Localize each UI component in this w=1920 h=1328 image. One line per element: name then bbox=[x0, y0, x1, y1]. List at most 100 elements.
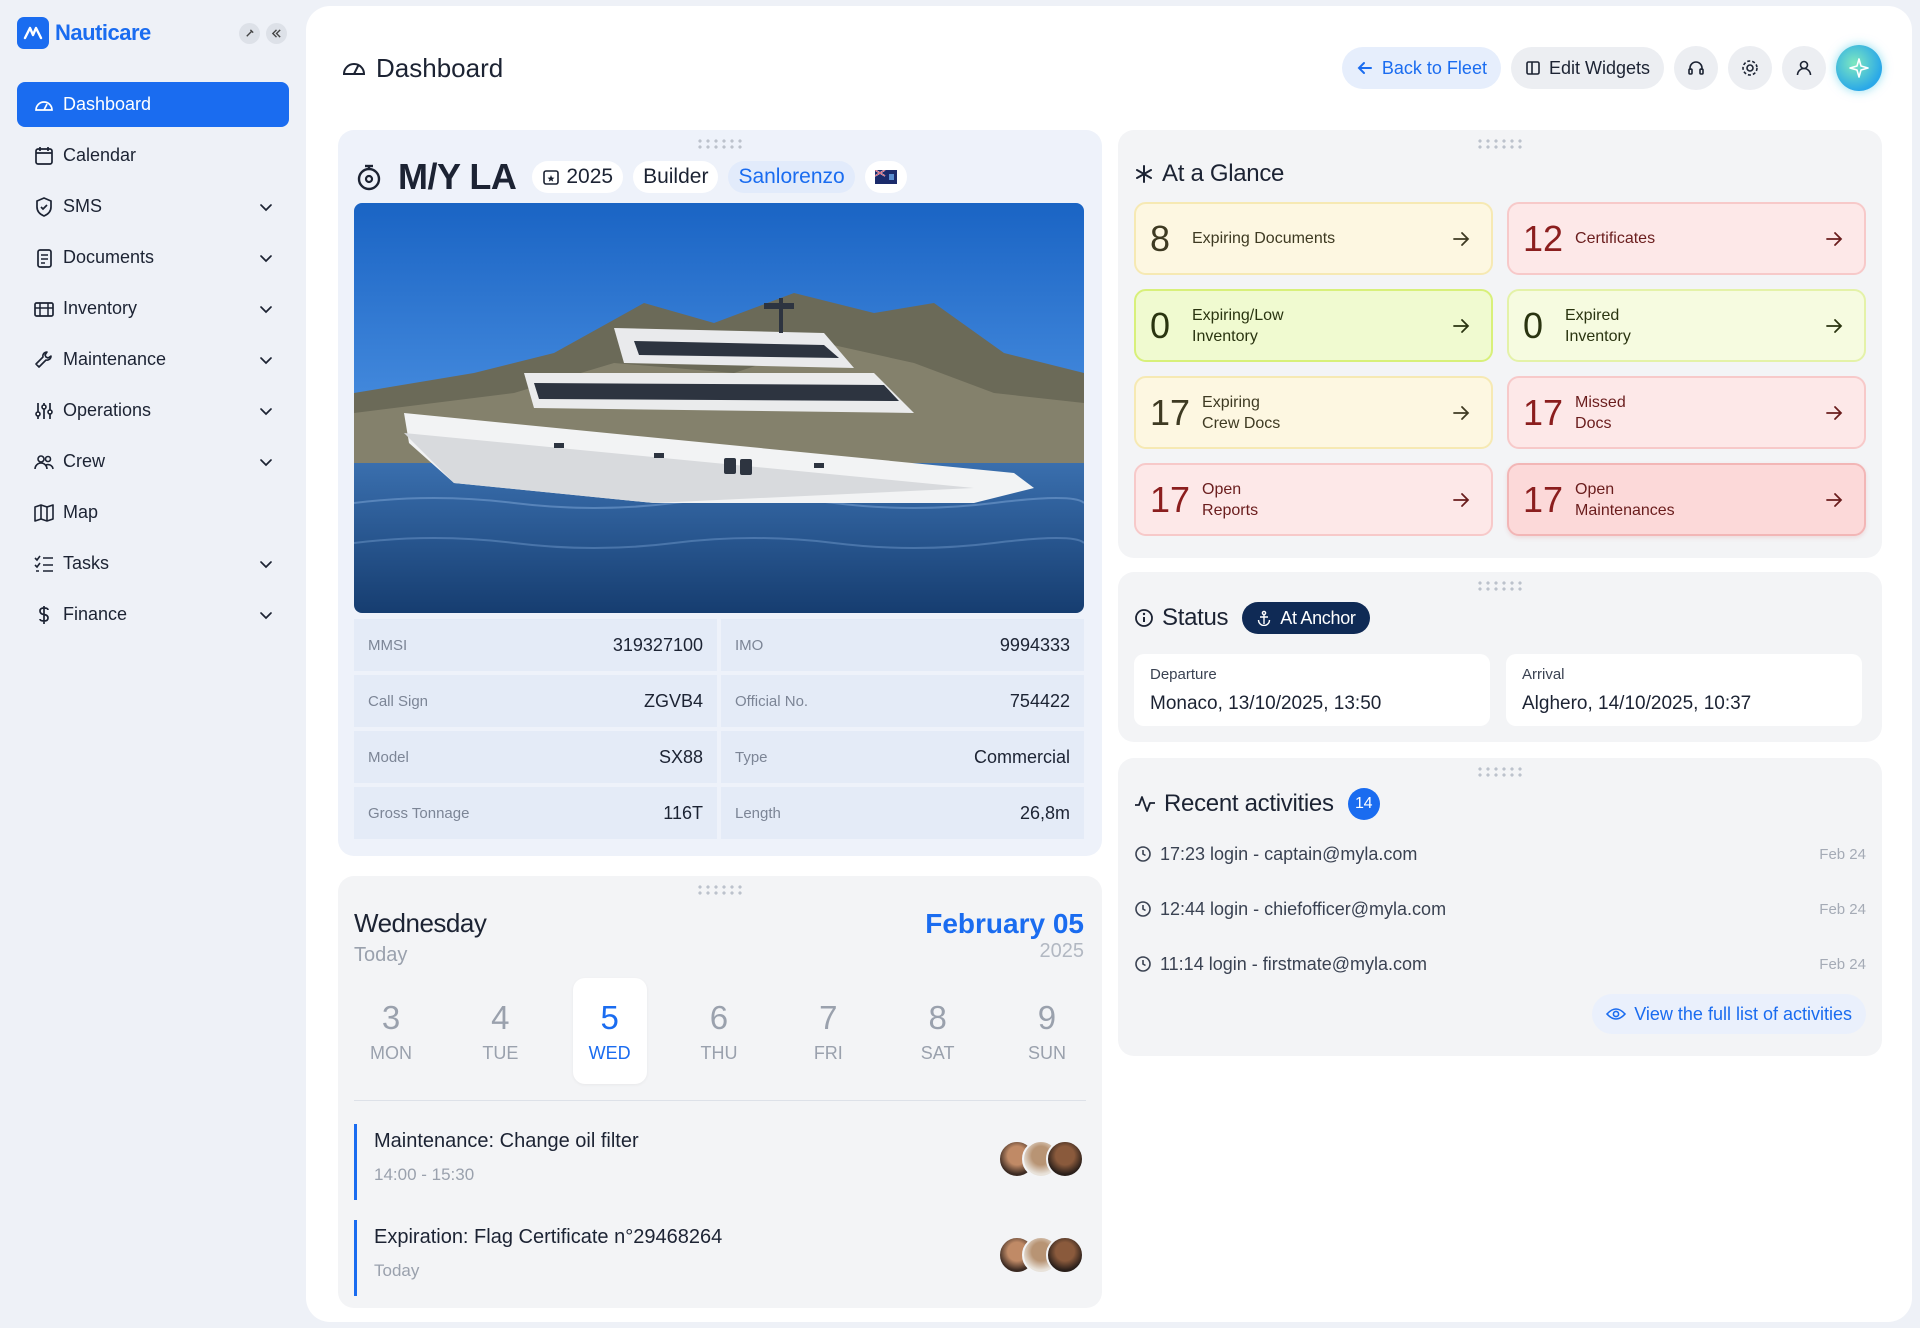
map-icon bbox=[33, 502, 55, 524]
status-badge: At Anchor bbox=[1242, 602, 1370, 634]
sidebar-item-maintenance[interactable]: Maintenance bbox=[17, 337, 289, 382]
chevron-down-icon[interactable] bbox=[259, 251, 273, 265]
sidebar-item-tasks[interactable]: Tasks bbox=[17, 541, 289, 586]
status-title: Status At Anchor bbox=[1134, 602, 1370, 634]
arrow-left-icon bbox=[1357, 62, 1372, 74]
chevron-down-icon[interactable] bbox=[259, 353, 273, 367]
nauticare-logo-icon[interactable] bbox=[17, 17, 49, 49]
spec-value: 116T bbox=[663, 802, 703, 823]
spec-row: Official No. 754422 bbox=[721, 675, 1084, 727]
sidebar-item-operations[interactable]: Operations bbox=[17, 388, 289, 433]
week-day[interactable]: 6 THU bbox=[682, 978, 756, 1084]
spec-value: Commercial bbox=[973, 746, 1070, 767]
week-day[interactable]: 9 SUN bbox=[1010, 978, 1084, 1084]
drag-handle-icon[interactable] bbox=[696, 138, 744, 150]
glance-tile[interactable]: 17 Missed Docs bbox=[1507, 376, 1866, 449]
calendar-event[interactable]: Maintenance: Change oil filter 14:00 - 15… bbox=[354, 1124, 1084, 1200]
spec-row: Type Commercial bbox=[721, 731, 1084, 783]
back-to-fleet-button[interactable]: Back to Fleet bbox=[1341, 47, 1501, 89]
departure-value: Monaco, 13/10/2025, 13:50 bbox=[1150, 693, 1382, 714]
sidebar-item-dashboard[interactable]: Dashboard bbox=[17, 82, 289, 127]
glance-tile[interactable]: 12 Certificates bbox=[1507, 202, 1866, 275]
sidebar-item-calendar[interactable]: Calendar bbox=[17, 133, 289, 178]
glance-tile[interactable]: 0 Expiring/Low Inventory bbox=[1134, 289, 1493, 362]
glance-tile-label: Certificates bbox=[1575, 228, 1655, 249]
drag-handle-icon[interactable] bbox=[696, 884, 744, 896]
info-icon bbox=[1135, 609, 1153, 627]
drag-handle-icon[interactable] bbox=[1476, 138, 1524, 150]
vessel-year-chip: 2025 bbox=[532, 161, 624, 193]
glance-tile-label-line1: Expiring bbox=[1202, 393, 1260, 411]
glance-tile[interactable]: 17 Open Reports bbox=[1134, 463, 1493, 536]
activity-text: 11:14 login - firstmate@myla.com bbox=[1160, 953, 1428, 974]
wrench-icon bbox=[33, 349, 55, 371]
view-all-activities-button[interactable]: View the full list of activities bbox=[1592, 994, 1866, 1034]
glance-tile[interactable]: 0 Expired Inventory bbox=[1507, 289, 1866, 362]
vessel-year: 2025 bbox=[566, 165, 614, 188]
support-button[interactable] bbox=[1674, 46, 1718, 90]
calendar-date: February 05 bbox=[925, 908, 1084, 939]
chevron-down-icon[interactable] bbox=[259, 200, 273, 214]
chevron-down-icon[interactable] bbox=[259, 302, 273, 316]
week-day-number: 7 bbox=[819, 998, 838, 1036]
vessel-name: M/Y LA bbox=[398, 156, 517, 197]
sidebar-item-finance[interactable]: Finance bbox=[17, 592, 289, 637]
glance-tile[interactable]: 17 Open Maintenances bbox=[1507, 463, 1866, 536]
sidebar-item-sms[interactable]: SMS bbox=[17, 184, 289, 229]
tasks-icon bbox=[33, 553, 55, 575]
drag-handle-icon[interactable] bbox=[1476, 580, 1524, 592]
chevron-down-icon[interactable] bbox=[259, 608, 273, 622]
activity-row: 12:44 login - chiefofficer@myla.com Feb 2… bbox=[1134, 895, 1866, 923]
sidebar-item-documents[interactable]: Documents bbox=[17, 235, 289, 280]
inventory-icon bbox=[33, 298, 55, 320]
glance-tile-count: 8 bbox=[1150, 217, 1171, 259]
week-day[interactable]: 8 SAT bbox=[901, 978, 975, 1084]
chevron-down-icon[interactable] bbox=[259, 557, 273, 571]
documents-icon bbox=[33, 247, 55, 269]
week-day-label: SUN bbox=[1027, 1042, 1066, 1063]
profile-button[interactable] bbox=[1782, 46, 1826, 90]
glance-tile[interactable]: 8 Expiring Documents bbox=[1134, 202, 1493, 275]
glance-tile[interactable]: 17 Expiring Crew Docs bbox=[1134, 376, 1493, 449]
departure-box: Departure Monaco, 13/10/2025, 13:50 bbox=[1134, 654, 1490, 726]
glance-tile-label-line2: Reports bbox=[1202, 501, 1259, 519]
sidebar-item-crew[interactable]: Crew bbox=[17, 439, 289, 484]
glance-tile-count: 17 bbox=[1523, 478, 1564, 520]
collapse-sidebar-icon[interactable] bbox=[266, 22, 287, 44]
calendar-event[interactable]: Expiration: Flag Certificate n°29468264 T… bbox=[354, 1220, 1084, 1296]
glance-tile-label-line1: Open bbox=[1575, 480, 1615, 498]
drag-handle-icon[interactable] bbox=[1476, 766, 1524, 778]
week-day[interactable]: 4 TUE bbox=[463, 978, 537, 1084]
chevron-down-icon[interactable] bbox=[259, 404, 273, 418]
dashboard-icon bbox=[33, 94, 55, 116]
builder-link[interactable]: Sanlorenzo bbox=[728, 161, 855, 193]
glance-tile-label: Expiring Crew Docs bbox=[1202, 392, 1280, 434]
view-all-activities-label: View the full list of activities bbox=[1634, 1003, 1852, 1024]
sidebar-item-label: Tasks bbox=[63, 553, 110, 573]
avatar bbox=[1046, 1236, 1084, 1274]
chevron-down-icon[interactable] bbox=[259, 455, 273, 469]
spec-value: 9994333 bbox=[999, 634, 1070, 655]
glance-tile-label: Expiring Documents bbox=[1192, 228, 1335, 249]
sidebar-item-inventory[interactable]: Inventory bbox=[17, 286, 289, 331]
arrow-right-icon bbox=[1453, 492, 1470, 507]
clock-icon bbox=[1135, 901, 1151, 917]
activity-date: Feb 24 bbox=[1819, 900, 1866, 918]
sliders-icon bbox=[33, 400, 55, 422]
page-title: Dashboard bbox=[340, 53, 503, 84]
week-day[interactable]: 5 WED bbox=[572, 978, 647, 1084]
ai-assistant-button[interactable] bbox=[1836, 45, 1882, 91]
spec-row: Length 26,8m bbox=[721, 787, 1084, 839]
brand: Nauticare bbox=[17, 14, 289, 52]
week-day-number: 5 bbox=[600, 998, 619, 1036]
edit-widgets-button[interactable]: Edit Widgets bbox=[1510, 47, 1664, 89]
week-day-number: 6 bbox=[709, 998, 729, 1036]
recent-activities-card: Recent activities 14 17:23 login - capta… bbox=[1118, 758, 1882, 1056]
settings-button[interactable] bbox=[1728, 46, 1772, 90]
pin-icon[interactable] bbox=[239, 22, 260, 44]
week-day[interactable]: 3 MON bbox=[354, 978, 428, 1084]
week-day[interactable]: 7 FRI bbox=[791, 978, 865, 1084]
departure-label: Departure bbox=[1150, 666, 1217, 683]
week-day-number: 9 bbox=[1037, 998, 1057, 1036]
sidebar-item-map[interactable]: Map bbox=[17, 490, 289, 535]
